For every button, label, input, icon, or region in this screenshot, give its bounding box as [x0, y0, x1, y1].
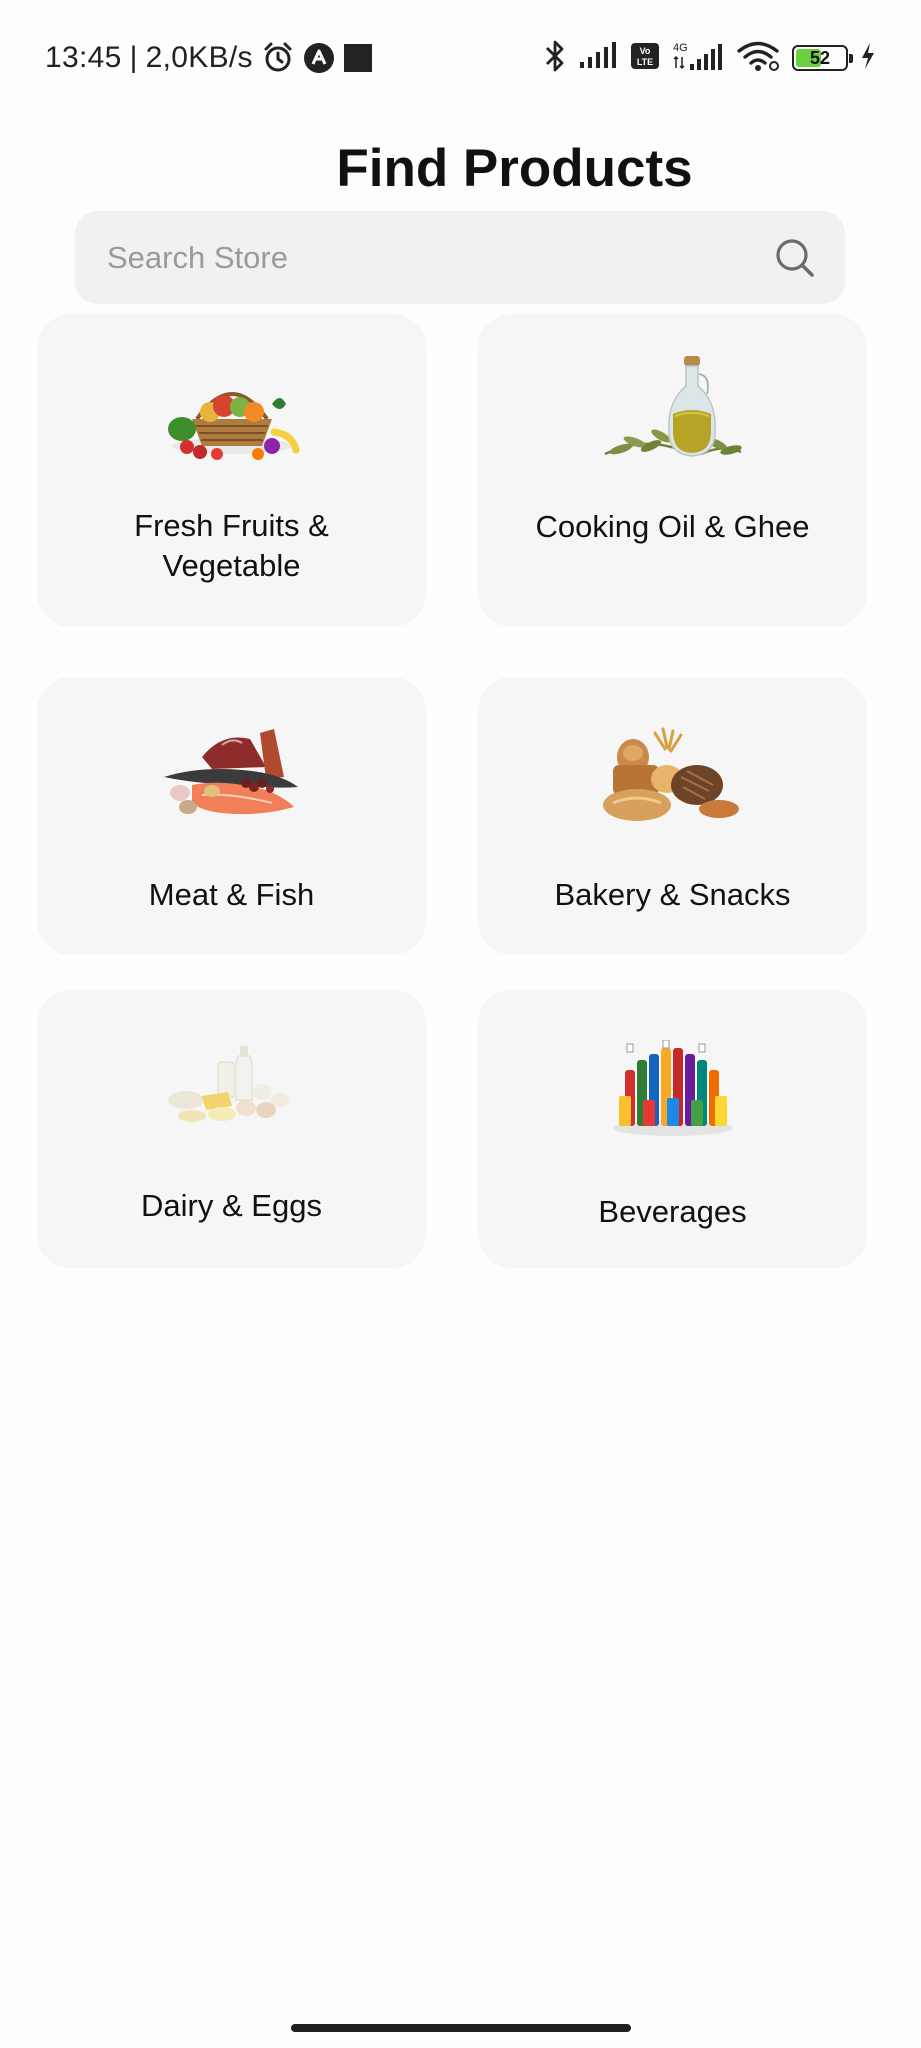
category-card-meat-fish[interactable]: Meat & Fish	[37, 677, 426, 955]
status-time: 13:45	[45, 41, 122, 74]
svg-text:Vo: Vo	[640, 46, 651, 56]
app-notification-icon	[303, 42, 335, 74]
search-icon[interactable]	[773, 236, 817, 280]
category-label: Meat & Fish	[148, 877, 315, 912]
find-products-screen: 13:45 | 2,0KB/s Vo LTE 4G 52 Find Produc…	[0, 0, 921, 2048]
alarm-icon	[261, 41, 295, 75]
category-card-beverages[interactable]: Beverages	[478, 990, 867, 1268]
category-card-bakery-snacks[interactable]: Bakery & Snacks	[478, 677, 867, 955]
wifi-icon	[736, 40, 780, 77]
signal-icon	[578, 41, 618, 75]
category-label: Bakery & Snacks	[554, 877, 791, 912]
bread-icon	[602, 727, 743, 827]
svg-text:LTE: LTE	[637, 57, 653, 67]
category-label: Beverages	[598, 1194, 747, 1229]
network-speed: 2,0KB/s	[145, 41, 253, 74]
status-right: Vo LTE 4G 52	[544, 38, 876, 78]
beverage-bottles-icon	[603, 1040, 743, 1140]
volte-icon: Vo LTE	[630, 42, 660, 75]
category-card-cooking-oil-ghee[interactable]: Cooking Oil & Ghee	[478, 314, 867, 627]
square-notification-icon	[343, 43, 373, 73]
dairy-eggs-icon	[162, 1042, 302, 1132]
search-bar[interactable]	[75, 211, 845, 304]
category-card-fresh-fruits-vegetable[interactable]: Fresh Fruits & Vegetable	[37, 314, 426, 627]
status-bar: 13:45 | 2,0KB/s Vo LTE 4G 52	[0, 0, 921, 110]
olive-oil-bottle-icon	[603, 354, 743, 469]
svg-text:4G: 4G	[673, 42, 688, 54]
category-label: Fresh Fruits & Vegetable	[134, 508, 329, 583]
page-title: Find Products	[336, 139, 693, 198]
category-label: Cooking Oil & Ghee	[535, 509, 810, 544]
category-card-dairy-eggs[interactable]: Dairy & Eggs	[37, 990, 426, 1268]
battery-level: 52	[809, 47, 831, 68]
home-indicator[interactable]	[291, 2024, 631, 2032]
meat-fish-icon	[162, 727, 302, 827]
category-label: Dairy & Eggs	[141, 1188, 322, 1223]
charging-icon	[860, 42, 876, 75]
search-input[interactable]	[107, 239, 773, 276]
bluetooth-icon	[544, 39, 566, 78]
battery-icon: 52	[792, 45, 853, 71]
status-left: 13:45 | 2,0KB/s	[45, 38, 373, 78]
status-separator: |	[129, 41, 138, 74]
fruit-basket-icon	[162, 374, 302, 464]
4g-signal-icon: 4G	[672, 40, 724, 77]
